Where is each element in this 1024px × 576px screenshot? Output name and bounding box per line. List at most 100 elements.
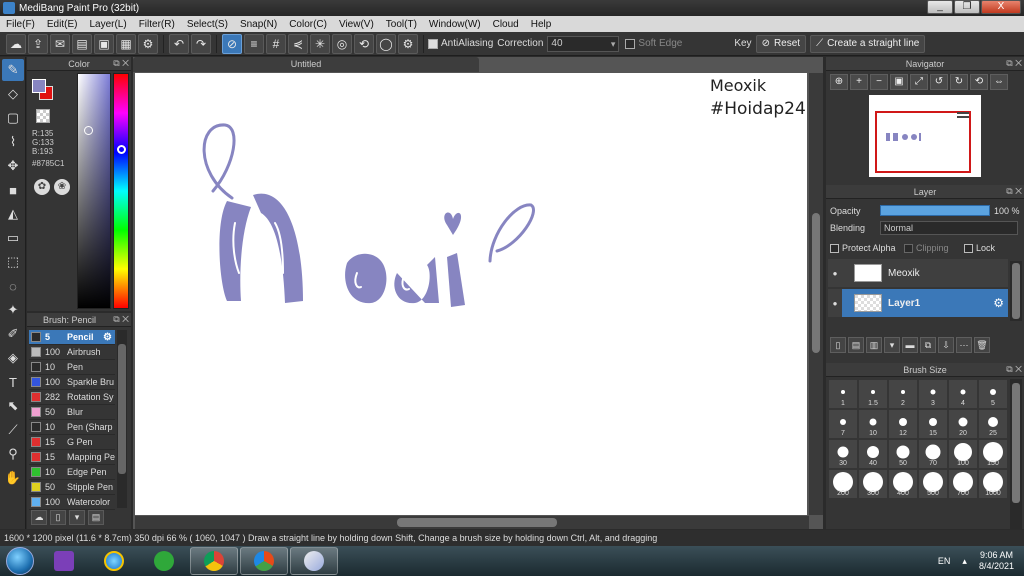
taskbar-ie[interactable] xyxy=(90,547,138,575)
new-8bit-layer-icon[interactable]: ▥ xyxy=(866,337,882,353)
hue-slider[interactable] xyxy=(113,73,129,309)
clipping-option[interactable]: Clipping xyxy=(904,243,949,253)
brush-size-cell[interactable]: 30 xyxy=(828,439,858,469)
cloud-brush-icon[interactable]: ☁ xyxy=(31,510,47,525)
protect-alpha-option[interactable]: Protect Alpha xyxy=(830,243,896,253)
clock[interactable]: 9:06 AM 8/4/2021 xyxy=(979,550,1014,572)
settings-icon[interactable]: ⚙ xyxy=(138,33,158,54)
brush-size-cell[interactable]: 20 xyxy=(948,409,978,439)
radial-snap-icon[interactable]: ✳ xyxy=(310,33,330,54)
brush-size-cell[interactable]: 1.5 xyxy=(858,379,888,409)
taskbar-visualstudio[interactable] xyxy=(40,547,88,575)
eraser-tool-icon[interactable]: ◇ xyxy=(2,83,24,105)
brush-size-cell[interactable]: 10 xyxy=(858,409,888,439)
panel-float-close-icon[interactable]: ⧉ ✕ xyxy=(1006,364,1022,375)
cloud-icon[interactable]: ☁ xyxy=(6,33,26,54)
brush-item[interactable]: 50 Blur xyxy=(29,405,115,420)
gradient-tool-icon[interactable]: ▭ xyxy=(2,227,24,249)
hue-cursor[interactable] xyxy=(117,145,126,154)
layer-row-layer1[interactable]: ● Layer1 ⚙ xyxy=(828,289,1008,317)
new-halftone-layer-icon[interactable]: ▤ xyxy=(848,337,864,353)
language-indicator[interactable]: EN xyxy=(938,556,951,566)
vanishing-point-icon[interactable]: ⋞ xyxy=(288,33,308,54)
redo-icon[interactable]: ↷ xyxy=(191,33,211,54)
new-brush-icon[interactable]: ▯ xyxy=(50,510,66,525)
brush-size-cell[interactable]: 300 xyxy=(858,469,888,499)
panel-float-close-icon[interactable]: ⧉ ✕ xyxy=(113,58,129,69)
brush-tool-icon[interactable]: ✎ xyxy=(2,59,24,81)
brush-item[interactable]: 15 Mapping Pe xyxy=(29,450,115,465)
taskbar-medibang[interactable] xyxy=(290,547,338,575)
menu-filter[interactable]: Filter(R) xyxy=(133,19,181,30)
blending-select[interactable]: Normal xyxy=(880,221,1018,235)
fill-rect-icon[interactable]: ■ xyxy=(2,179,24,201)
divide-tool-icon[interactable]: ⟋ xyxy=(2,419,24,441)
maximize-button[interactable]: ❐ xyxy=(954,0,980,14)
fit-window-icon[interactable]: ⤢ xyxy=(910,74,928,90)
brush-item[interactable]: 100 Airbrush xyxy=(29,345,115,360)
menu-tool[interactable]: Tool(T) xyxy=(380,19,423,30)
panel-float-close-icon[interactable]: ⧉ ✕ xyxy=(1006,58,1022,69)
delete-layer-icon[interactable]: 🗑 xyxy=(974,337,990,353)
select-tool-icon[interactable]: ⬚ xyxy=(2,251,24,273)
brush-size-scrollbar[interactable] xyxy=(1010,379,1022,529)
layer-row-meoxik[interactable]: ● Meoxik xyxy=(828,259,1008,287)
scroll-thumb[interactable] xyxy=(812,213,820,353)
menu-edit[interactable]: Edit(E) xyxy=(41,19,84,30)
brush-size-cell[interactable]: 12 xyxy=(888,409,918,439)
brush-size-cell[interactable]: 1000 xyxy=(978,469,1008,499)
layer-settings-gear-icon[interactable]: ⚙ xyxy=(993,296,1004,310)
brush-size-cell[interactable]: 500 xyxy=(918,469,948,499)
curve-snap-icon[interactable]: ⟲ xyxy=(354,33,374,54)
layer-scrollbar[interactable] xyxy=(1010,261,1022,321)
menu-window[interactable]: Window(W) xyxy=(423,19,487,30)
palette-icon[interactable]: ✿ xyxy=(34,179,50,195)
taskbar-chrome[interactable] xyxy=(190,547,238,575)
reset-button[interactable]: ⊘ Reset xyxy=(755,34,807,53)
brush-size-cell[interactable]: 70 xyxy=(918,439,948,469)
menu-select[interactable]: Select(S) xyxy=(181,19,234,30)
zoom-fit-icon[interactable]: ⊕ xyxy=(830,74,848,90)
drawing-canvas[interactable]: Meoxik #Hoidap247 xyxy=(135,73,807,515)
brush-size-cell[interactable]: 700 xyxy=(948,469,978,499)
tray-arrow-icon[interactable]: ▴ xyxy=(962,556,967,567)
eyedropper-tool-icon[interactable]: ⚲ xyxy=(2,443,24,465)
new-layer-dropdown-icon[interactable]: ▾ xyxy=(884,337,900,353)
rotate-left-icon[interactable]: ↺ xyxy=(930,74,948,90)
document-tab[interactable]: Untitled xyxy=(133,57,479,72)
comment-icon[interactable]: ▤ xyxy=(72,33,92,54)
snap-off-icon[interactable]: ⊘ xyxy=(222,33,242,54)
chat-icon[interactable]: ✉ xyxy=(50,33,70,54)
snap-settings-icon[interactable]: ⚙ xyxy=(398,33,418,54)
menu-file[interactable]: File(F) xyxy=(0,19,41,30)
text-tool-icon[interactable]: T xyxy=(2,371,24,393)
brush-item[interactable]: 5 Pencil ⚙ xyxy=(29,330,115,345)
new-layer-icon[interactable]: ▯ xyxy=(830,337,846,353)
color-history-icon[interactable]: ❀ xyxy=(54,179,70,195)
brush-size-cell[interactable]: 3 xyxy=(918,379,948,409)
lock-checkbox[interactable] xyxy=(964,243,973,253)
brush-item[interactable]: 10 Edge Pen xyxy=(29,465,115,480)
start-button-icon[interactable] xyxy=(6,547,34,575)
saturation-value-picker[interactable] xyxy=(77,73,111,309)
hand-tool-icon[interactable]: ✋ xyxy=(2,467,24,489)
canvas-horizontal-scrollbar[interactable] xyxy=(135,516,809,529)
menu-layer[interactable]: Layer(L) xyxy=(83,19,132,30)
panel-float-close-icon[interactable]: ⧉ ✕ xyxy=(113,314,129,325)
rectangle-select-icon[interactable]: ▢ xyxy=(2,107,24,129)
actual-size-icon[interactable]: ▣ xyxy=(890,74,908,90)
close-button[interactable]: X xyxy=(981,0,1021,14)
clipping-checkbox[interactable] xyxy=(904,243,913,253)
magic-wand-icon[interactable]: ✦ xyxy=(2,299,24,321)
menu-cloud[interactable]: Cloud xyxy=(487,19,525,30)
duplicate-layer-icon[interactable]: ⧉ xyxy=(920,337,936,353)
brush-size-cell[interactable]: 150 xyxy=(978,439,1008,469)
brush-list-scrollbar[interactable] xyxy=(117,330,127,508)
select-eraser-icon[interactable]: ◈ xyxy=(2,347,24,369)
navigator-thumbnail[interactable] xyxy=(869,95,981,177)
scroll-thumb[interactable] xyxy=(1012,383,1020,503)
undo-icon[interactable]: ↶ xyxy=(169,33,189,54)
layers-icon[interactable]: ▦ xyxy=(116,33,136,54)
dotted-brush-icon[interactable]: ⌇ xyxy=(2,131,24,153)
brush-size-cell[interactable]: 4 xyxy=(948,379,978,409)
